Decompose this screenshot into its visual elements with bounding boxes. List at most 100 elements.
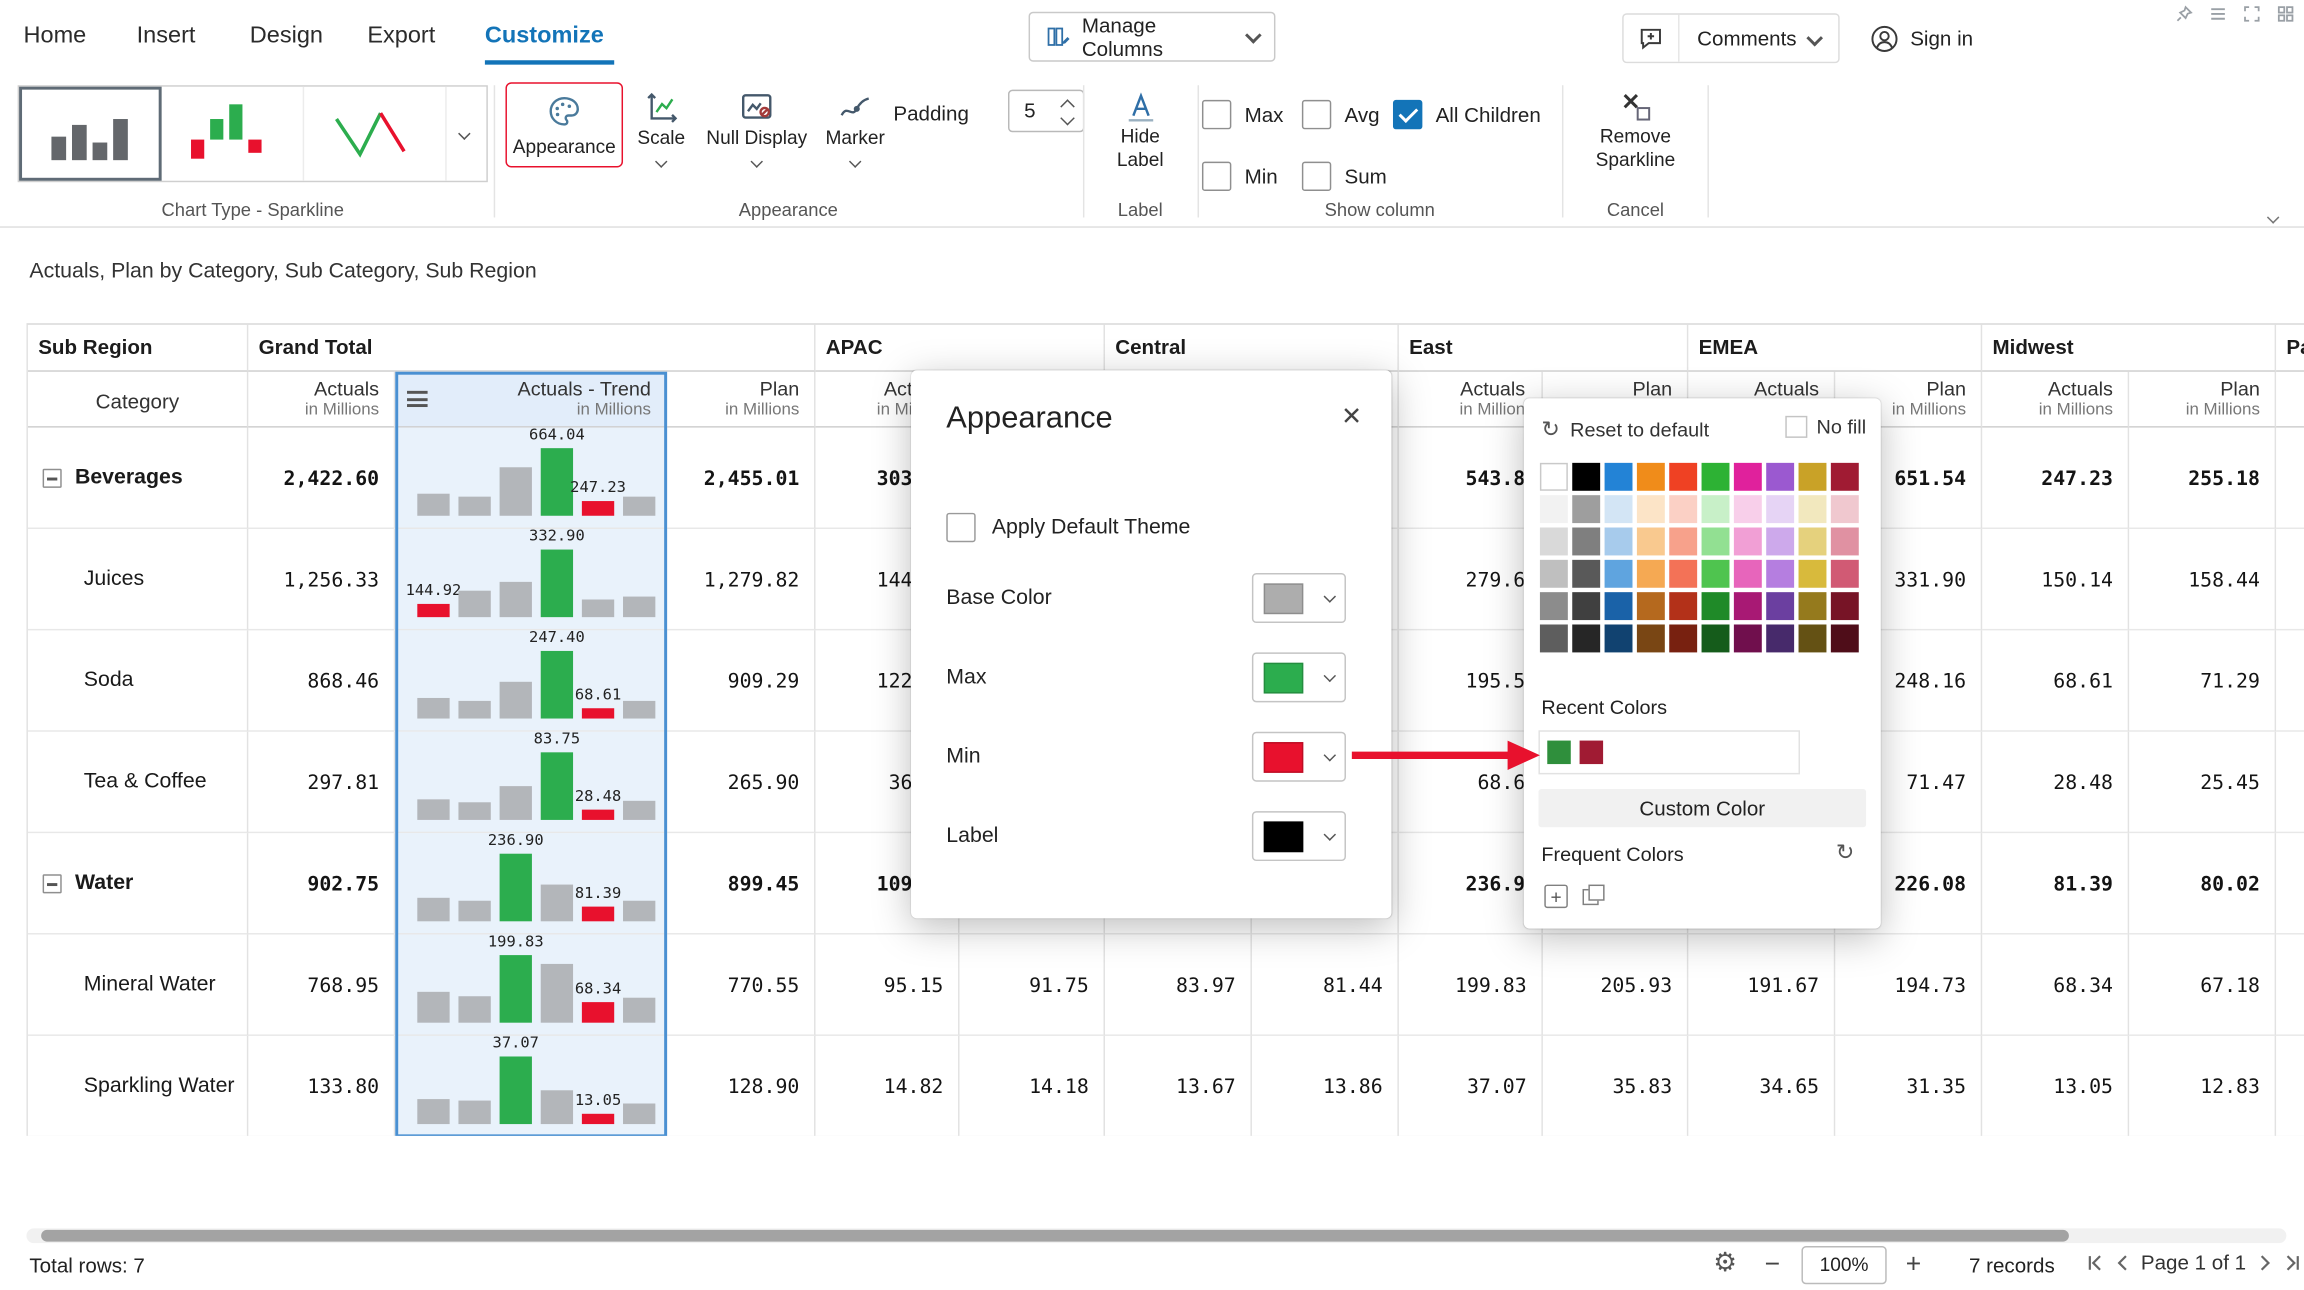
- region-header-grand-total[interactable]: Grand Total: [248, 325, 815, 372]
- menu-insert[interactable]: Insert: [137, 24, 196, 50]
- marker-button[interactable]: Marker: [818, 88, 891, 166]
- region-header-emea[interactable]: EMEA: [1688, 325, 1982, 372]
- palette-swatch[interactable]: [1669, 528, 1697, 556]
- appearance-button[interactable]: Appearance: [505, 82, 623, 167]
- close-icon[interactable]: ✕: [1341, 403, 1362, 432]
- recent-color-swatch[interactable]: [1547, 741, 1571, 765]
- palette-swatch[interactable]: [1766, 463, 1794, 491]
- palette-swatch[interactable]: [1669, 463, 1697, 491]
- list-icon[interactable]: [2208, 4, 2227, 23]
- palette-swatch[interactable]: [1605, 560, 1633, 588]
- scale-button[interactable]: Scale: [627, 88, 695, 166]
- show-sum-checkbox[interactable]: Sum: [1302, 162, 1387, 191]
- palette-swatch[interactable]: [1637, 495, 1665, 523]
- hide-label-button[interactable]: Hide Label: [1093, 88, 1187, 172]
- pin-icon[interactable]: [2175, 4, 2194, 23]
- palette-swatch[interactable]: [1669, 624, 1697, 652]
- padding-stepper[interactable]: 5: [1008, 90, 1084, 133]
- min-color-dropdown[interactable]: [1252, 732, 1346, 782]
- show-max-checkbox[interactable]: Max: [1202, 100, 1283, 129]
- palette-swatch[interactable]: [1766, 592, 1794, 620]
- region-header-pa[interactable]: Pa: [2276, 325, 2304, 372]
- palette-swatch[interactable]: [1605, 495, 1633, 523]
- palette-swatch[interactable]: [1799, 624, 1827, 652]
- palette-swatch[interactable]: [1605, 463, 1633, 491]
- palette-swatch[interactable]: [1799, 592, 1827, 620]
- palette-swatch[interactable]: [1766, 495, 1794, 523]
- charttype-winloss-thumb[interactable]: [162, 87, 305, 181]
- recent-color-swatch[interactable]: [1580, 741, 1604, 765]
- zoom-in-button[interactable]: +: [1906, 1249, 1921, 1280]
- prev-page-icon[interactable]: [2113, 1253, 2132, 1272]
- show-min-checkbox[interactable]: Min: [1202, 162, 1278, 191]
- charttype-column-thumb[interactable]: [19, 87, 162, 181]
- show-all-children-checkbox[interactable]: All Children: [1393, 100, 1541, 129]
- palette-swatch[interactable]: [1572, 463, 1600, 491]
- palette-swatch[interactable]: [1702, 528, 1730, 556]
- stepper-down-icon[interactable]: [1060, 111, 1075, 126]
- collapse-icon[interactable]: [43, 874, 62, 893]
- region-header-apac[interactable]: APAC: [816, 325, 1105, 372]
- comments-dropdown[interactable]: Comments: [1680, 26, 1838, 50]
- palette-swatch[interactable]: [1734, 592, 1762, 620]
- apply-default-theme-checkbox[interactable]: Apply Default Theme: [946, 513, 1190, 542]
- palette-swatch[interactable]: [1637, 528, 1665, 556]
- horizontal-scrollbar-thumb[interactable]: [41, 1230, 2069, 1242]
- palette-swatch[interactable]: [1831, 624, 1859, 652]
- palette-swatch[interactable]: [1702, 463, 1730, 491]
- palette-swatch[interactable]: [1572, 560, 1600, 588]
- palette-swatch[interactable]: [1831, 560, 1859, 588]
- palette-swatch[interactable]: [1669, 495, 1697, 523]
- palette-swatch[interactable]: [1702, 495, 1730, 523]
- palette-swatch[interactable]: [1766, 528, 1794, 556]
- region-header-east[interactable]: East: [1399, 325, 1688, 372]
- zoom-out-button[interactable]: −: [1765, 1249, 1780, 1280]
- palette-swatch[interactable]: [1637, 624, 1665, 652]
- add-comment-button[interactable]: [1624, 15, 1680, 62]
- palette-swatch[interactable]: [1734, 528, 1762, 556]
- column-header[interactable]: Actualsin Millions: [1982, 372, 2129, 428]
- palette-swatch[interactable]: [1734, 624, 1762, 652]
- reset-to-default-button[interactable]: ↻ Reset to default: [1541, 416, 1709, 442]
- palette-swatch[interactable]: [1572, 624, 1600, 652]
- first-page-icon[interactable]: [2085, 1253, 2104, 1272]
- custom-color-button[interactable]: Custom Color: [1538, 789, 1866, 827]
- show-avg-checkbox[interactable]: Avg: [1302, 100, 1380, 129]
- menu-customize-active[interactable]: Customize: [485, 24, 604, 50]
- region-header-central[interactable]: Central: [1105, 325, 1399, 372]
- palette-swatch[interactable]: [1734, 495, 1762, 523]
- palette-swatch[interactable]: [1605, 528, 1633, 556]
- palette-swatch[interactable]: [1702, 624, 1730, 652]
- palette-swatch[interactable]: [1799, 528, 1827, 556]
- last-page-icon[interactable]: [2283, 1253, 2302, 1272]
- palette-swatch[interactable]: [1734, 560, 1762, 588]
- collapse-icon[interactable]: [43, 468, 62, 487]
- palette-swatch[interactable]: [1637, 592, 1665, 620]
- palette-swatch[interactable]: [1572, 495, 1600, 523]
- column-header[interactable]: Actualsin Million: [1399, 372, 1543, 428]
- grid-icon[interactable]: [2276, 4, 2295, 23]
- palette-swatch[interactable]: [1540, 592, 1568, 620]
- palette-swatch[interactable]: [1540, 495, 1568, 523]
- palette-swatch[interactable]: [1702, 560, 1730, 588]
- palette-swatch[interactable]: [1572, 592, 1600, 620]
- palette-swatch[interactable]: [1605, 624, 1633, 652]
- zoom-level-value[interactable]: 100%: [1801, 1246, 1886, 1284]
- horizontal-scrollbar-track[interactable]: [26, 1228, 2286, 1243]
- copy-icon[interactable]: [1583, 885, 1607, 909]
- palette-swatch[interactable]: [1799, 463, 1827, 491]
- palette-swatch[interactable]: [1637, 560, 1665, 588]
- maximize-icon[interactable]: [2242, 4, 2261, 23]
- column-header[interactable]: Actuals - Trendin Millions: [395, 372, 667, 428]
- base-color-dropdown[interactable]: [1252, 573, 1346, 623]
- add-color-button[interactable]: +: [1544, 885, 1568, 909]
- column-header[interactable]: Actualsin Millions: [248, 372, 395, 428]
- gear-icon[interactable]: ⚙: [1713, 1248, 1737, 1279]
- palette-swatch[interactable]: [1799, 560, 1827, 588]
- label-color-dropdown[interactable]: [1252, 811, 1346, 861]
- palette-swatch[interactable]: [1799, 495, 1827, 523]
- next-page-icon[interactable]: [2255, 1253, 2274, 1272]
- palette-swatch[interactable]: [1540, 624, 1568, 652]
- palette-swatch[interactable]: [1734, 463, 1762, 491]
- column-menu-icon[interactable]: [407, 391, 428, 411]
